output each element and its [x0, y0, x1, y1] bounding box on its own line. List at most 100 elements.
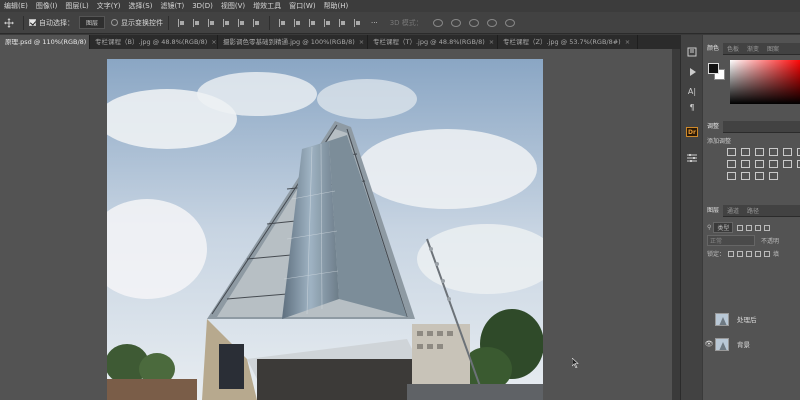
- character-panel-icon[interactable]: A|: [686, 87, 698, 97]
- color-balance-icon[interactable]: [727, 160, 736, 168]
- filter-type-icon[interactable]: [755, 224, 762, 231]
- align-top-icon[interactable]: [223, 18, 230, 27]
- filter-adjust-icon[interactable]: [746, 224, 753, 231]
- layer-row[interactable]: 处理后: [703, 310, 800, 328]
- align-vcenter-icon[interactable]: [238, 18, 245, 27]
- distribute-vcenter-icon[interactable]: [339, 18, 346, 27]
- 3d-slide-icon[interactable]: [486, 18, 497, 27]
- lock-image-icon[interactable]: [737, 250, 744, 257]
- menu-help[interactable]: 帮助(H): [324, 1, 349, 11]
- fill-label: 填: [773, 251, 780, 258]
- tab-document[interactable]: 原理.psd @ 110%(RGB/8)×: [0, 35, 90, 49]
- tab-document[interactable]: 专栏课程（B）.jpg @ 48.8%(RGB/8) ×: [90, 35, 218, 49]
- distribute-left-icon[interactable]: [279, 18, 286, 27]
- tab-label: 原理.psd @ 110%(RGB/8): [5, 38, 87, 46]
- divider: [23, 15, 24, 30]
- eye-icon[interactable]: 👁: [703, 340, 715, 348]
- distribute-right-icon[interactable]: [309, 18, 316, 27]
- menu-image[interactable]: 图像(I): [36, 1, 58, 11]
- selective-color-icon[interactable]: [769, 172, 778, 180]
- color-lookup-icon[interactable]: [783, 160, 792, 168]
- adjustments-panel: 调整 添加调整: [703, 120, 800, 203]
- canvas-area[interactable]: [0, 49, 672, 400]
- photoshop-window: 编辑(E) 图像(I) 图层(L) 文字(Y) 选择(S) 滤镜(T) 3D(D…: [0, 0, 800, 400]
- dr-plugin-icon[interactable]: Dr: [686, 127, 698, 137]
- filter-pixel-icon[interactable]: [737, 224, 744, 231]
- tab-document[interactable]: 专栏课程（T）.jpg @ 48.8%(RGB/8) ×: [368, 35, 498, 49]
- menu-layer[interactable]: 图层(L): [65, 1, 88, 11]
- distribute-top-icon[interactable]: [324, 18, 331, 27]
- color-spectrum[interactable]: [730, 60, 800, 104]
- menu-edit[interactable]: 编辑(E): [4, 1, 28, 11]
- photo-filter-icon[interactable]: [755, 160, 764, 168]
- close-icon[interactable]: ×: [625, 38, 630, 46]
- black-white-icon[interactable]: [741, 160, 750, 168]
- blend-mode-select[interactable]: 正常: [707, 235, 755, 246]
- lock-position-icon[interactable]: [746, 250, 753, 257]
- move-tool-icon[interactable]: [4, 17, 14, 28]
- lock-all-icon[interactable]: [764, 250, 771, 257]
- 3d-scale-icon[interactable]: [504, 18, 515, 27]
- menu-3d[interactable]: 3D(D): [192, 2, 213, 10]
- distribute-hcenter-icon[interactable]: [294, 18, 301, 27]
- search-icon: ⚲: [707, 224, 712, 231]
- levels-icon[interactable]: [741, 148, 750, 156]
- tab-document[interactable]: 专栏课程（Z）.jpg @ 53.7%(RGB/8#) ×: [498, 35, 638, 49]
- distribute-bottom-icon[interactable]: [354, 18, 361, 27]
- more-options-icon[interactable]: ···: [371, 19, 378, 27]
- menu-select[interactable]: 选择(S): [129, 1, 153, 11]
- menu-type[interactable]: 文字(Y): [97, 1, 121, 11]
- lock-artboard-icon[interactable]: [755, 250, 762, 257]
- posterize-icon[interactable]: [727, 172, 736, 180]
- document-image[interactable]: [107, 59, 543, 400]
- vibrance-icon[interactable]: [783, 148, 792, 156]
- threshold-icon[interactable]: [741, 172, 750, 180]
- close-icon[interactable]: ×: [211, 38, 216, 46]
- filter-shape-icon[interactable]: [764, 224, 771, 231]
- foreground-color-swatch[interactable]: [708, 63, 719, 74]
- layer-row[interactable]: 👁 背景: [703, 335, 800, 353]
- layer-name[interactable]: 背景: [737, 339, 750, 349]
- lock-transparent-icon[interactable]: [728, 250, 735, 257]
- show-transform-label: 显示变换控件: [121, 18, 164, 27]
- menu-view[interactable]: 视图(V): [221, 1, 245, 11]
- properties-sliders-icon[interactable]: [686, 153, 698, 163]
- brightness-contrast-icon[interactable]: [727, 148, 736, 156]
- actions-play-icon[interactable]: [686, 67, 698, 77]
- 3d-roll-icon[interactable]: [450, 18, 461, 27]
- gradient-map-icon[interactable]: [755, 172, 764, 180]
- tab-swatches[interactable]: 色板: [723, 44, 743, 53]
- tab-adjustments[interactable]: 调整: [703, 120, 724, 133]
- show-transform-checkbox[interactable]: [111, 19, 119, 26]
- close-icon[interactable]: ×: [359, 38, 364, 46]
- exposure-icon[interactable]: [769, 148, 778, 156]
- layers-panel-tabs: 图层 通道 路径: [703, 204, 800, 217]
- align-bottom-icon[interactable]: [253, 18, 260, 27]
- curves-icon[interactable]: [755, 148, 764, 156]
- color-swatches[interactable]: [708, 63, 726, 81]
- paragraph-panel-icon[interactable]: ¶: [686, 103, 698, 113]
- close-icon[interactable]: ×: [489, 38, 494, 46]
- tab-layers[interactable]: 图层: [703, 204, 724, 217]
- menu-window[interactable]: 窗口(W): [289, 1, 315, 11]
- tab-gradients[interactable]: 渐变: [743, 44, 763, 53]
- align-left-icon[interactable]: [178, 18, 185, 27]
- menu-plugins[interactable]: 增效工具: [253, 1, 281, 11]
- layer-filter-kind[interactable]: 类型: [713, 222, 734, 233]
- 3d-drag-icon[interactable]: [468, 18, 479, 27]
- 3d-rotate-icon[interactable]: [432, 18, 443, 27]
- tab-label: 摄影调色零基础到精通.jpg @ 100%(RGB/8): [223, 38, 355, 46]
- auto-select-dropdown[interactable]: 图层: [79, 16, 106, 29]
- align-right-icon[interactable]: [208, 18, 215, 27]
- history-icon[interactable]: [686, 47, 698, 57]
- tab-channels[interactable]: 通道: [723, 206, 743, 215]
- auto-select-checkbox[interactable]: [29, 19, 36, 26]
- align-hcenter-icon[interactable]: [193, 18, 200, 27]
- tab-patterns[interactable]: 图案: [763, 44, 783, 53]
- channel-mixer-icon[interactable]: [769, 160, 778, 168]
- tab-color[interactable]: 颜色: [703, 42, 724, 55]
- layer-name[interactable]: 处理后: [737, 314, 757, 324]
- tab-paths[interactable]: 路径: [743, 206, 763, 215]
- menu-filter[interactable]: 滤镜(T): [160, 1, 184, 11]
- tab-document[interactable]: 摄影调色零基础到精通.jpg @ 100%(RGB/8) ×: [218, 35, 368, 49]
